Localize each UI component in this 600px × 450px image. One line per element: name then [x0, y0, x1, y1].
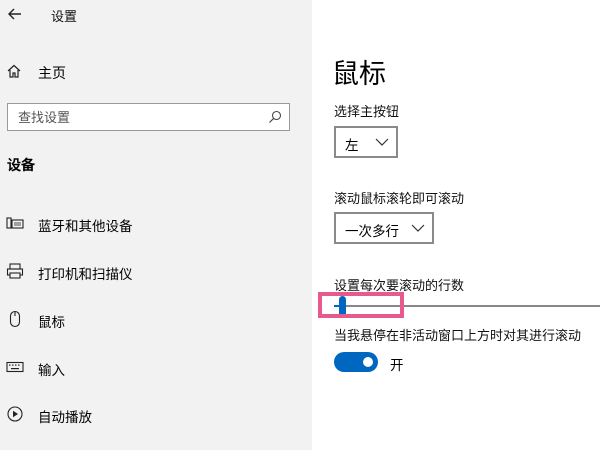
title-bar: 设置	[0, 0, 312, 30]
sidebar-item-label: 主页	[38, 66, 66, 82]
bluetooth-devices-icon	[6, 217, 24, 229]
sidebar-item-bluetooth[interactable]: 蓝牙和其他设备	[0, 208, 312, 238]
autoplay-icon	[7, 406, 23, 422]
back-button[interactable]	[4, 3, 26, 25]
search-input[interactable]	[18, 109, 258, 127]
toggle-knob	[363, 357, 373, 367]
toggle-state-label: 开	[390, 358, 404, 374]
home-icon	[7, 64, 21, 78]
section-title: 设备	[7, 158, 35, 174]
primary-button-dropdown[interactable]: 左	[334, 126, 398, 158]
back-arrow-icon	[8, 8, 21, 20]
printer-icon	[6, 263, 24, 279]
sidebar-item-printers[interactable]: 打印机和扫描仪	[0, 256, 312, 286]
chevron-down-icon	[375, 138, 389, 146]
search-box[interactable]	[7, 103, 290, 131]
dropdown-value: 一次多行	[345, 224, 399, 240]
sidebar-item-label: 鼠标	[38, 315, 65, 331]
sidebar-item-home[interactable]: 主页	[0, 58, 312, 86]
keyboard-icon	[6, 361, 24, 373]
app-title: 设置	[51, 10, 78, 25]
wheel-scroll-dropdown[interactable]: 一次多行	[334, 212, 434, 244]
highlight-annotation-box	[318, 292, 404, 318]
sidebar-item-mouse[interactable]: 鼠标	[0, 304, 312, 334]
sidebar-item-label: 打印机和扫描仪	[38, 267, 133, 283]
primary-button-label: 选择主按钮	[334, 105, 400, 120]
sidebar: 设置 主页 设备 蓝牙和其他设备 打印机和扫描仪	[0, 0, 312, 450]
mouse-icon	[9, 310, 21, 328]
inactive-scroll-toggle[interactable]	[334, 352, 378, 372]
sidebar-item-label: 输入	[38, 363, 65, 379]
dropdown-value: 左	[345, 138, 359, 154]
chevron-down-icon	[411, 224, 425, 232]
sidebar-item-label: 自动播放	[38, 410, 92, 426]
wheel-scroll-label: 滚动鼠标滚轮即可滚动	[334, 192, 465, 207]
sidebar-item-input[interactable]: 输入	[0, 352, 312, 382]
sidebar-item-autoplay[interactable]: 自动播放	[0, 399, 312, 429]
search-icon[interactable]	[268, 110, 282, 124]
page-title: 鼠标	[332, 59, 386, 90]
sidebar-item-label: 蓝牙和其他设备	[38, 219, 133, 235]
inactive-scroll-label: 当我悬停在非活动窗口上方时对其进行滚动	[334, 329, 582, 344]
main-content: 鼠标 选择主按钮 左 滚动鼠标滚轮即可滚动 一次多行 设置每次要滚动的行数 当我…	[312, 0, 600, 450]
